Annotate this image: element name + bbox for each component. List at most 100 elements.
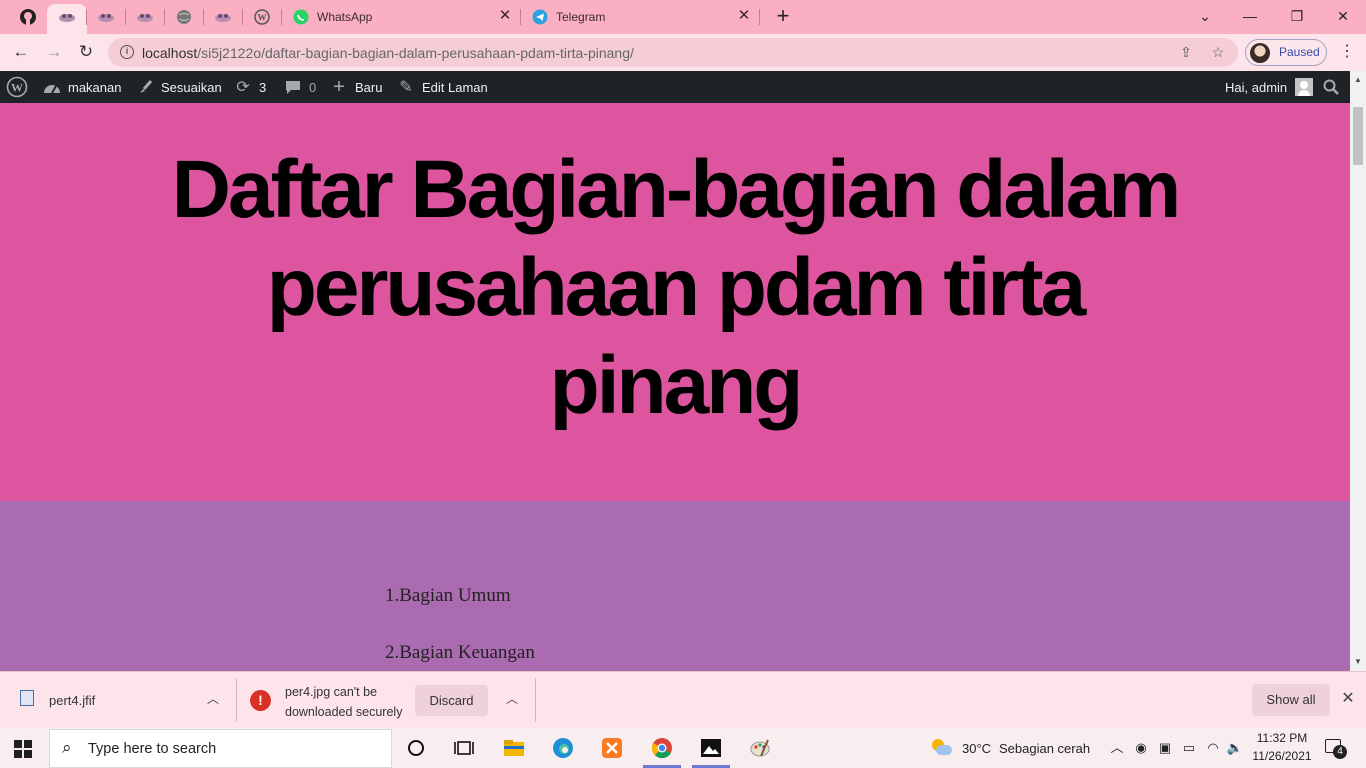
tab-title-whatsapp[interactable]: WhatsApp: [317, 10, 372, 24]
warning-icon: !: [250, 690, 271, 711]
wifi-icon[interactable]: ◠: [1204, 739, 1222, 757]
site-favicon-icon[interactable]: [55, 6, 79, 28]
file-explorer-icon[interactable]: [500, 734, 528, 762]
github-icon[interactable]: [16, 6, 40, 28]
tray-chevron-up-icon[interactable]: ︿: [1108, 739, 1126, 757]
search-icon[interactable]: [1323, 71, 1339, 103]
page-header: Daftar Bagian-bagian dalam perusahaan pd…: [0, 103, 1350, 501]
dashboard-gauge-icon: [42, 77, 62, 97]
browser-menu-icon[interactable]: ⋮: [1339, 43, 1355, 63]
chevron-up-icon[interactable]: ︿: [204, 690, 222, 708]
profile-button[interactable]: Paused: [1245, 39, 1327, 66]
scrollbar-thumb[interactable]: [1353, 107, 1363, 165]
user-avatar: [1295, 78, 1314, 96]
share-icon[interactable]: ⇪: [1177, 43, 1195, 61]
taskbar-search-box[interactable]: ⌕ Type here to search: [49, 729, 392, 768]
clock-date[interactable]: 11/26/2021: [1250, 749, 1314, 763]
shelf-separator: [236, 678, 237, 722]
paint-icon[interactable]: [746, 734, 774, 762]
comment-bubble-icon: [283, 77, 303, 97]
display-icon[interactable]: ▣: [1156, 739, 1174, 757]
profile-status-label: Paused: [1279, 45, 1320, 59]
photos-icon[interactable]: [697, 734, 725, 762]
notification-count: 4: [1333, 745, 1347, 759]
my-account-menu[interactable]: Hai, admin: [1225, 71, 1314, 103]
forward-arrow-icon[interactable]: →: [43, 41, 65, 63]
tab-separator: [242, 9, 243, 25]
wp-admin-bar: W makanan Sesuaikan ⟳ 3 0 + Baru ✎ Edit …: [0, 71, 1350, 103]
page-scrollbar[interactable]: ▲ ▼: [1350, 71, 1366, 671]
windows-start-icon[interactable]: [14, 740, 32, 758]
volume-icon[interactable]: 🔈: [1226, 739, 1244, 757]
comments-menu[interactable]: 0: [283, 71, 316, 103]
url-text[interactable]: localhost/si5j2122o/daftar-bagian-bagian…: [142, 45, 634, 61]
telegram-icon[interactable]: [528, 6, 552, 28]
updates-menu[interactable]: ⟳ 3: [233, 71, 266, 103]
close-tab-icon[interactable]: ✕: [736, 8, 752, 24]
whatsapp-icon[interactable]: [289, 6, 313, 28]
download-item-name[interactable]: pert4.jfif: [49, 693, 95, 708]
wordpress-logo-icon[interactable]: W: [6, 71, 28, 103]
list-item: 1.Bagian Umum: [385, 585, 511, 606]
customize-label: Sesuaikan: [161, 79, 222, 95]
minimize-icon[interactable]: —: [1240, 6, 1260, 26]
paintbrush-icon: [135, 77, 155, 97]
close-tab-icon[interactable]: ✕: [497, 8, 513, 24]
chevron-up-icon[interactable]: ︿: [503, 690, 521, 708]
page-content: 1.Bagian Umum 2.Bagian Keuangan: [0, 501, 1350, 671]
discard-button[interactable]: Discard: [415, 685, 488, 716]
edit-page-label: Edit Laman: [422, 79, 488, 95]
scroll-down-arrow-icon[interactable]: ▼: [1353, 657, 1363, 667]
shelf-separator: [535, 678, 536, 722]
site-favicon-icon[interactable]: [133, 6, 157, 28]
site-info-icon[interactable]: i: [120, 45, 134, 59]
tab-separator: [203, 9, 204, 25]
bookmark-star-icon[interactable]: ☆: [1209, 43, 1227, 61]
close-window-icon[interactable]: ✕: [1333, 6, 1353, 26]
address-bar[interactable]: i localhost/si5j2122o/daftar-bagian-bagi…: [108, 38, 1238, 67]
clock-time[interactable]: 11:32 PM: [1254, 731, 1310, 745]
edit-page-menu[interactable]: ✎ Edit Laman: [396, 71, 488, 103]
cortana-circle-icon[interactable]: [402, 734, 430, 762]
show-all-button[interactable]: Show all: [1252, 684, 1330, 716]
new-label: Baru: [355, 79, 383, 95]
xampp-icon[interactable]: [598, 734, 626, 762]
download-shelf: pert4.jfif ︿ ! per4.jpg can't be downloa…: [0, 671, 1366, 728]
task-view-icon[interactable]: [450, 734, 478, 762]
weather-partly-cloudy-icon[interactable]: [930, 738, 952, 756]
pencil-icon: ✎: [399, 79, 413, 96]
tab-separator: [86, 9, 87, 25]
customize-menu[interactable]: Sesuaikan: [135, 71, 222, 103]
image-file-icon: [20, 690, 34, 706]
site-name-menu[interactable]: makanan: [42, 71, 121, 103]
weather-description[interactable]: Sebagian cerah: [999, 741, 1090, 756]
reload-icon[interactable]: ↻: [75, 41, 97, 63]
new-content-menu[interactable]: + Baru: [329, 71, 382, 103]
wordpress-icon[interactable]: W: [250, 6, 274, 28]
back-arrow-icon[interactable]: ←: [10, 41, 32, 63]
weather-temperature[interactable]: 30°C: [962, 741, 991, 756]
tab-separator: [125, 9, 126, 25]
edge-browser-icon[interactable]: [549, 734, 577, 762]
webcam-icon[interactable]: ◉: [1132, 739, 1150, 757]
tab-search-chevron-icon[interactable]: ⌄: [1195, 6, 1215, 26]
globe-icon[interactable]: [172, 6, 196, 28]
comments-count: 0: [309, 79, 317, 95]
tab-separator: [759, 9, 760, 25]
tab-separator: [164, 9, 165, 25]
chrome-icon[interactable]: [648, 734, 676, 762]
scroll-up-arrow-icon[interactable]: ▲: [1353, 75, 1363, 85]
restore-icon[interactable]: ❐: [1287, 6, 1307, 26]
site-favicon-icon[interactable]: [94, 6, 118, 28]
site-favicon-icon[interactable]: [211, 6, 235, 28]
close-shelf-icon[interactable]: ✕: [1339, 690, 1357, 708]
url-host: localhost: [142, 45, 198, 61]
svg-text:W: W: [258, 13, 267, 23]
new-tab-plus-icon[interactable]: +: [772, 5, 794, 27]
download-warning-line: per4.jpg can't be: [285, 685, 378, 699]
list-item: 2.Bagian Keuangan: [385, 642, 535, 663]
notification-center-icon[interactable]: 4: [1325, 739, 1347, 759]
tab-title-telegram[interactable]: Telegram: [556, 10, 605, 24]
browser-toolbar: ← → ↻ i localhost/si5j2122o/daftar-bagia…: [0, 34, 1366, 71]
battery-icon[interactable]: ▭: [1180, 739, 1198, 757]
